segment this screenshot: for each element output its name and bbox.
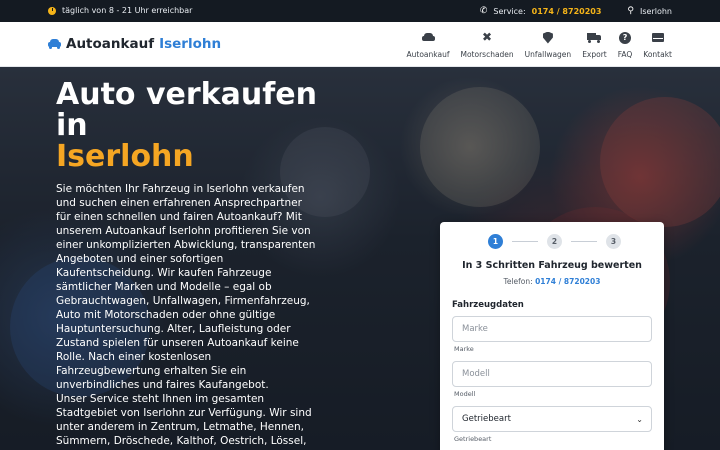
hero-intro-text: Sie möchten Ihr Fahrzeug in Iserlohn ver…	[56, 182, 316, 450]
nav-item-export[interactable]: Export	[582, 30, 607, 59]
form-title: In 3 Schritten Fahrzeug bewerten	[462, 260, 642, 271]
step-2: 2	[547, 234, 562, 249]
modell-help-text: Modell	[454, 390, 476, 398]
service-label: Service:	[493, 6, 526, 16]
step-indicator: 1 2 3	[488, 234, 621, 249]
car-icon	[48, 39, 61, 49]
clock-icon	[48, 6, 56, 15]
nav-item-motorschaden[interactable]: ✖ Motorschaden	[460, 30, 513, 59]
mail-icon	[651, 30, 664, 45]
form-phone-label: Telefon:	[503, 277, 533, 286]
hero-title-line1: Auto verkaufen	[56, 77, 317, 112]
marke-help-text: Marke	[454, 345, 474, 353]
marke-input[interactable]	[452, 316, 652, 342]
nav-item-autoankauf[interactable]: Autoankauf	[406, 30, 450, 59]
question-icon: ?	[619, 30, 632, 45]
valuation-form-card: 1 2 3 In 3 Schritten Fahrzeug bewerten T…	[440, 222, 664, 450]
intro-paragraph: Unser Service steht Ihnen im gesamten St…	[56, 393, 314, 450]
nav-label: Motorschaden	[460, 50, 514, 59]
intro-paragraph: Sie möchten Ihr Fahrzeug in Iserlohn ver…	[56, 183, 316, 391]
nav-item-kontakt[interactable]: Kontakt	[643, 30, 672, 59]
form-phone-link[interactable]: 0174 / 8720203	[535, 277, 600, 286]
location-text: Iserlohn	[640, 6, 672, 16]
chevron-down-icon: ⌄	[636, 414, 643, 424]
nav-label: Unfallwagen	[524, 50, 572, 59]
getriebeart-select[interactable]: Getriebeart ⌄	[452, 406, 652, 432]
brand-logo[interactable]: Autoankauf Iserlohn	[48, 36, 221, 52]
hours-text: täglich von 8 - 21 Uhr erreichbar	[62, 6, 193, 15]
nav-label: Kontakt	[643, 50, 672, 59]
contact-info: ✆ Service: 0174 / 8720203 ⚲ Iserlohn	[480, 6, 672, 16]
hero-section: Auto verkaufen in Iserlohn Sie möchten I…	[0, 67, 720, 450]
truck-icon	[586, 30, 602, 45]
hero-title-line2: in	[56, 108, 88, 143]
top-info-bar: täglich von 8 - 21 Uhr erreichbar ✆ Serv…	[0, 0, 720, 22]
site-header: Autoankauf Iserlohn Autoankauf ✖ Motorsc…	[0, 22, 720, 67]
hours-info: täglich von 8 - 21 Uhr erreichbar	[48, 6, 192, 15]
topbar-phone-link[interactable]: 0174 / 8720203	[532, 7, 602, 16]
getriebeart-help-text: Getriebeart	[454, 435, 492, 443]
hero-title-city: Iserlohn	[56, 139, 194, 174]
modell-input[interactable]	[452, 361, 652, 387]
hero-title: Auto verkaufen in Iserlohn	[56, 79, 317, 172]
step-connector	[571, 241, 597, 242]
getriebeart-value: Getriebeart	[462, 414, 511, 424]
step-1: 1	[488, 234, 503, 249]
form-section-title: Fahrzeugdaten	[452, 300, 524, 310]
phone-icon: ✆	[479, 6, 488, 16]
step-3: 3	[606, 234, 621, 249]
nav-label: FAQ	[617, 50, 633, 59]
location-pin-icon: ⚲	[627, 6, 634, 16]
brand-name: Autoankauf	[66, 36, 155, 52]
main-nav: Autoankauf ✖ Motorschaden Unfallwagen Ex…	[396, 30, 672, 59]
nav-item-unfallwagen[interactable]: Unfallwagen	[524, 30, 572, 59]
nav-item-faq[interactable]: ? FAQ	[617, 30, 633, 59]
nav-label: Export	[582, 50, 607, 59]
shield-icon	[542, 30, 553, 45]
form-phone: Telefon: 0174 / 8720203	[440, 277, 664, 286]
brand-city: Iserlohn	[159, 36, 222, 52]
step-connector	[512, 241, 538, 242]
nav-label: Autoankauf	[406, 50, 450, 59]
tools-icon: ✖	[482, 30, 493, 44]
car-icon	[421, 30, 435, 45]
